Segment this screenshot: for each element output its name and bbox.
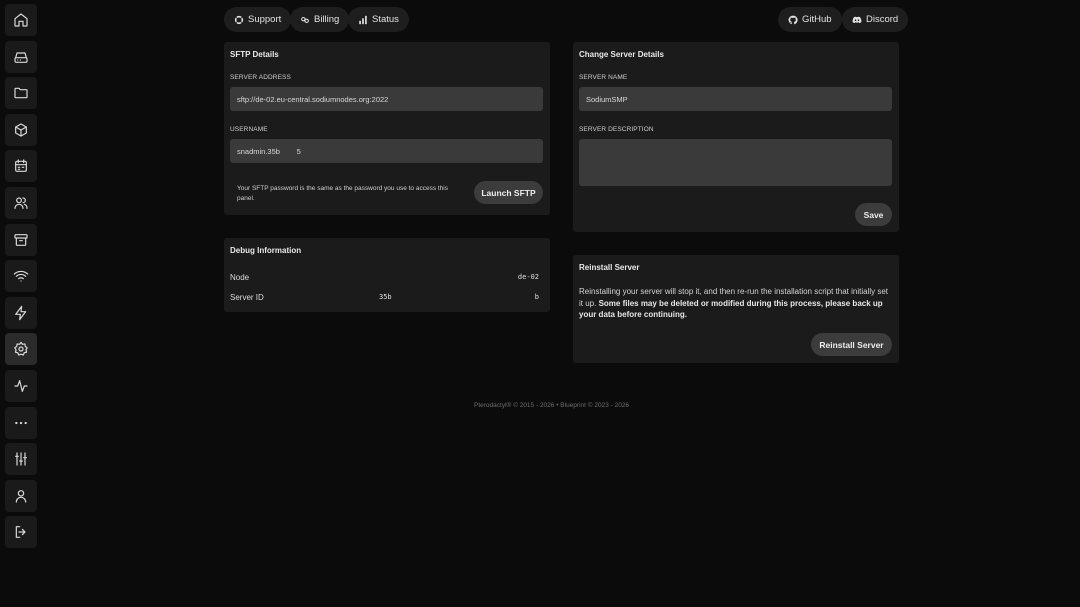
reinstall-server-title: Reinstall Server	[579, 263, 640, 272]
billing-icon	[301, 16, 309, 23]
github-label: GitHub	[802, 14, 832, 25]
github-icon	[788, 15, 798, 24]
github-link[interactable]: GitHub	[778, 7, 842, 32]
user-icon	[15, 489, 27, 503]
box-icon	[15, 123, 27, 137]
sftp-details-title: SFTP Details	[230, 50, 279, 59]
support-icon	[234, 14, 244, 25]
activity-icon	[14, 380, 28, 392]
server-description-textarea[interactable]	[579, 139, 892, 186]
discord-label: Discord	[866, 14, 899, 25]
server-name-label: SERVER NAME	[579, 74, 628, 81]
server-id-value-end: b	[534, 293, 539, 301]
status-label: Status	[372, 14, 399, 25]
footer-copyright: Pterodactyl® © 2015 - 2026 • Blueprint ©…	[474, 402, 630, 409]
wifi-icon	[13, 271, 29, 282]
sidebar-item-network[interactable]	[5, 260, 37, 293]
server-description-label: SERVER DESCRIPTION	[579, 126, 654, 133]
launch-sftp-button[interactable]: Launch SFTP	[474, 181, 543, 204]
reinstall-server-button[interactable]: Reinstall Server	[811, 333, 892, 356]
reinstall-description: Reinstalling your server will stop it, a…	[579, 286, 891, 321]
server-address-label: SERVER ADDRESS	[230, 74, 291, 81]
server-name-input[interactable]: SodiumSMP	[579, 87, 892, 111]
sidebar-item-backups[interactable]	[5, 223, 37, 256]
sidebar-item-home[interactable]	[5, 4, 37, 36]
calendar-icon	[15, 159, 27, 173]
server-id-label: Server ID	[230, 293, 264, 302]
change-server-details-title: Change Server Details	[579, 50, 664, 59]
reinstall-warning-bold: Some files may be deleted or modified du…	[579, 298, 883, 320]
reinstall-server-card: Reinstall Server Reinstalling your serve…	[573, 255, 899, 363]
discord-link[interactable]: Discord	[842, 7, 909, 32]
debug-info-card: Debug Information Node de-02 Server ID 3…	[224, 238, 550, 312]
change-server-details-card: Change Server Details SERVER NAME Sodium…	[573, 42, 899, 232]
logout-icon	[15, 526, 26, 539]
sidebar	[5, 4, 37, 553]
username-field[interactable]: snadmin.35b 5	[230, 139, 543, 163]
sidebar-item-console[interactable]	[5, 40, 37, 73]
sftp-details-card: SFTP Details SERVER ADDRESS sftp://de-02…	[224, 42, 550, 215]
sidebar-item-account[interactable]	[5, 479, 37, 512]
drive-icon	[14, 51, 28, 63]
bolt-icon	[15, 305, 27, 321]
node-label: Node	[230, 273, 250, 282]
debug-info-title: Debug Information	[230, 246, 302, 255]
home-icon	[14, 13, 28, 27]
billing-label: Billing	[314, 14, 340, 25]
save-button[interactable]: Save	[855, 203, 892, 226]
sidebar-item-files[interactable]	[5, 77, 37, 110]
billing-link[interactable]: Billing	[290, 7, 350, 32]
support-link[interactable]: Support	[224, 7, 292, 32]
settings-icon	[14, 342, 28, 356]
folder-icon	[14, 87, 28, 99]
more-icon	[15, 421, 27, 424]
sftp-password-note: Your SFTP password is the same as the pa…	[237, 185, 448, 202]
archive-icon	[14, 233, 28, 246]
support-label: Support	[248, 14, 282, 25]
node-value: de-02	[517, 273, 539, 281]
status-chart-icon	[359, 15, 367, 24]
sidebar-item-databases[interactable]	[5, 113, 37, 146]
sliders-icon	[15, 452, 27, 466]
sidebar-item-admin[interactable]	[5, 443, 37, 476]
server-address-field[interactable]: sftp://de-02.eu-central.sodiumnodes.org:…	[230, 87, 543, 111]
discord-icon	[852, 16, 862, 23]
username-label: USERNAME	[230, 126, 268, 133]
sidebar-item-startup[interactable]	[5, 296, 37, 329]
sidebar-item-more[interactable]	[5, 406, 37, 439]
sidebar-item-activity[interactable]	[5, 369, 37, 402]
status-link[interactable]: Status	[348, 7, 409, 32]
server-id-value-start: 35b	[379, 293, 392, 301]
sidebar-item-schedules[interactable]	[5, 150, 37, 183]
sidebar-item-users[interactable]	[5, 186, 37, 219]
sidebar-item-logout[interactable]	[5, 516, 37, 549]
sidebar-item-settings[interactable]	[5, 333, 37, 366]
users-icon	[14, 197, 28, 209]
